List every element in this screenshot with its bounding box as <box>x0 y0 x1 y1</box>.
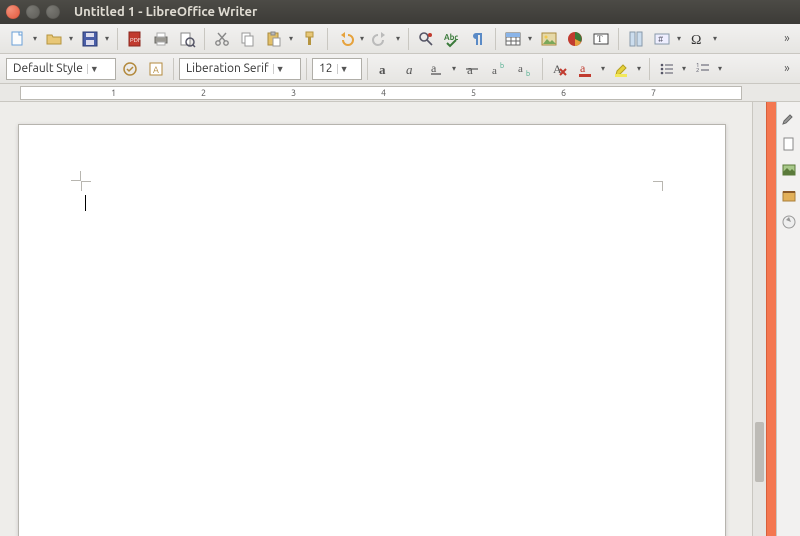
page-break-button[interactable] <box>624 27 648 51</box>
font-size-value: 12 <box>319 62 333 75</box>
italic-button[interactable]: a <box>399 57 423 81</box>
superscript-button[interactable]: ab <box>487 57 511 81</box>
paste-button[interactable] <box>262 27 296 51</box>
svg-text:a: a <box>580 61 586 75</box>
ruler-label: 5 <box>471 88 476 98</box>
vertical-scrollbar[interactable] <box>752 102 766 536</box>
toolbar-overflow-button[interactable]: » <box>780 32 794 45</box>
ruler-label: 4 <box>381 88 386 98</box>
styles-panel-button[interactable] <box>779 160 799 180</box>
cut-button[interactable] <box>210 27 234 51</box>
svg-text:2: 2 <box>696 67 699 74</box>
formatting-marks-button[interactable] <box>466 27 490 51</box>
formatting-toolbar: Default Style ▼ A Liberation Serif ▼ 12 … <box>0 54 800 84</box>
highlight-color-button[interactable] <box>610 57 644 81</box>
scrollbar-thumb[interactable] <box>755 422 764 482</box>
undo-button[interactable] <box>333 27 367 51</box>
chevron-down-icon: ▼ <box>337 64 351 74</box>
open-button[interactable] <box>42 27 76 51</box>
font-size-combo[interactable]: 12 ▼ <box>312 58 362 80</box>
sidebar-collapse-handle[interactable] <box>766 102 776 536</box>
window-close-button[interactable] <box>6 5 20 19</box>
clone-formatting-button[interactable] <box>298 27 322 51</box>
font-name-value: Liberation Serif <box>186 62 269 75</box>
print-button[interactable] <box>149 27 173 51</box>
page-panel-button[interactable] <box>779 134 799 154</box>
window-title: Untitled 1 - LibreOffice Writer <box>74 5 257 19</box>
text-caret <box>85 195 86 211</box>
horizontal-ruler[interactable]: 1 2 3 4 5 6 7 <box>0 84 752 102</box>
new-style-button[interactable]: A <box>144 57 168 81</box>
svg-text:a: a <box>431 61 437 75</box>
bullet-list-button[interactable] <box>655 57 689 81</box>
find-replace-button[interactable] <box>414 27 438 51</box>
paragraph-style-combo[interactable]: Default Style ▼ <box>6 58 116 80</box>
ruler-label: 7 <box>651 88 656 98</box>
paragraph-style-value: Default Style <box>13 62 83 75</box>
strikethrough-button[interactable]: a <box>461 57 485 81</box>
window-minimize-button[interactable] <box>26 5 40 19</box>
navigator-panel-button[interactable] <box>779 212 799 232</box>
ruler-label: 6 <box>561 88 566 98</box>
document-viewport[interactable] <box>0 102 752 536</box>
svg-text:a: a <box>518 63 523 75</box>
numbered-list-button[interactable]: 12 <box>691 57 725 81</box>
svg-text:#: # <box>658 35 663 44</box>
chevron-down-icon: ▼ <box>87 64 101 74</box>
svg-text:b: b <box>500 62 504 70</box>
subscript-button[interactable]: ab <box>513 57 537 81</box>
svg-text:A: A <box>153 65 159 75</box>
svg-text:a: a <box>406 62 413 77</box>
new-document-button[interactable] <box>6 27 40 51</box>
update-style-button[interactable] <box>118 57 142 81</box>
sidebar-tab-strip <box>776 102 800 536</box>
work-area <box>0 102 800 536</box>
copy-button[interactable] <box>236 27 260 51</box>
insert-image-button[interactable] <box>537 27 561 51</box>
gallery-panel-button[interactable] <box>779 186 799 206</box>
properties-panel-button[interactable] <box>779 108 799 128</box>
svg-text:T: T <box>597 34 603 44</box>
spellcheck-button[interactable]: Abc <box>440 27 464 51</box>
window-titlebar: Untitled 1 - LibreOffice Writer <box>0 0 800 24</box>
document-page[interactable] <box>18 124 726 536</box>
svg-text:a: a <box>492 65 497 77</box>
bold-button[interactable]: a <box>373 57 397 81</box>
svg-text:a: a <box>379 62 386 77</box>
insert-textbox-button[interactable]: T <box>589 27 613 51</box>
standard-toolbar: PDF Abc T <box>0 24 800 54</box>
print-preview-button[interactable] <box>175 27 199 51</box>
ruler-label: 2 <box>201 88 206 98</box>
clear-formatting-button[interactable]: A <box>548 57 572 81</box>
insert-symbol-button[interactable]: Ω <box>686 27 720 51</box>
insert-chart-button[interactable] <box>563 27 587 51</box>
svg-text:b: b <box>526 70 530 78</box>
chevron-down-icon: ▼ <box>273 64 287 74</box>
svg-text:Ω: Ω <box>691 33 701 48</box>
save-button[interactable] <box>78 27 112 51</box>
underline-button[interactable]: a <box>425 57 459 81</box>
insert-table-button[interactable] <box>501 27 535 51</box>
ruler-label: 1 <box>111 88 116 98</box>
toolbar-overflow-button[interactable]: » <box>780 62 794 75</box>
window-maximize-button[interactable] <box>46 5 60 19</box>
insert-field-button[interactable]: # <box>650 27 684 51</box>
ruler-label: 3 <box>291 88 296 98</box>
export-pdf-button[interactable]: PDF <box>123 27 147 51</box>
redo-button[interactable] <box>369 27 403 51</box>
font-name-combo[interactable]: Liberation Serif ▼ <box>179 58 301 80</box>
svg-text:PDF: PDF <box>130 37 141 44</box>
font-color-button[interactable]: a <box>574 57 608 81</box>
